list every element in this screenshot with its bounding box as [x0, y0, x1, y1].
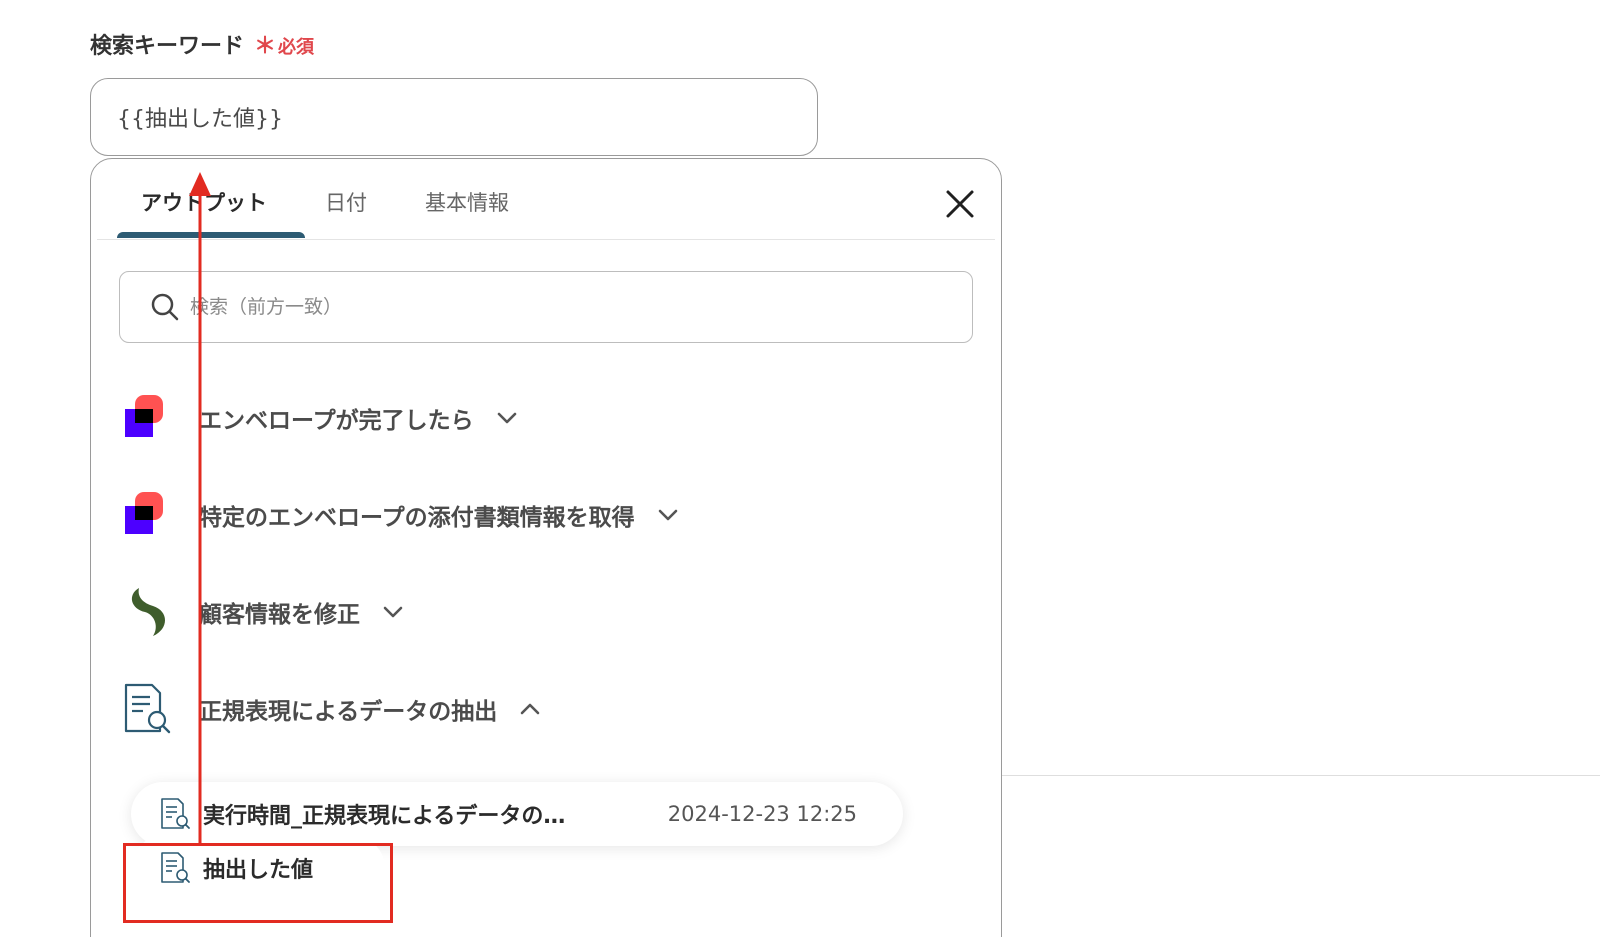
divider-line — [1002, 775, 1600, 776]
section-label: 顧客情報を修正 — [199, 602, 360, 628]
close-icon — [946, 190, 974, 218]
section-label: 特定のエンベロープの添付書類情報を取得 — [199, 505, 635, 531]
crescent-logo-icon — [119, 585, 173, 639]
search-box[interactable] — [119, 271, 973, 343]
search-keyword-input[interactable]: {{抽出した値}} — [90, 78, 818, 156]
chevron-down-icon — [658, 509, 677, 521]
document-search-icon — [119, 682, 173, 736]
section-update-customer-info[interactable]: 顧客情報を修正 — [119, 582, 404, 642]
tab-date[interactable]: 日付 — [325, 187, 367, 217]
output-item-value: 2024-12-23 12:25 — [667, 802, 857, 826]
search-input[interactable] — [188, 295, 932, 319]
required-text: 必須 — [278, 37, 315, 58]
field-label-row: 検索キーワード ＊必須 — [90, 28, 314, 60]
chevron-up-icon — [521, 703, 540, 715]
document-search-icon — [161, 798, 190, 829]
search-keyword-value: {{抽出した値}} — [117, 107, 283, 132]
tab-output[interactable]: アウトプット — [141, 187, 267, 217]
chevron-down-icon — [383, 606, 403, 618]
section-label: エンベロープが完了したら — [199, 408, 474, 434]
chevron-down-icon — [497, 412, 516, 424]
output-item-label: 実行時間_正規表現によるデータの… — [203, 804, 566, 829]
output-item-extracted-value[interactable]: 抽出した値 — [131, 836, 385, 900]
required-star: ＊ — [254, 34, 277, 59]
active-tab-indicator — [117, 232, 305, 238]
field-label: 検索キーワード — [90, 34, 245, 59]
section-get-attachment-info[interactable]: 特定のエンベロープの添付書類情報を取得 — [119, 485, 679, 545]
required-mark: ＊必須 — [254, 28, 314, 60]
document-search-icon — [161, 852, 190, 883]
docusign-logo-icon — [119, 488, 173, 542]
close-button[interactable] — [943, 187, 977, 221]
tab-basic-info[interactable]: 基本情報 — [425, 187, 509, 217]
section-label: 正規表現によるデータの抽出 — [199, 699, 498, 725]
search-icon — [151, 293, 179, 321]
variable-picker-panel: アウトプット 日付 基本情報 検索（前方一致） エンベロープが完了したら 特定の… — [90, 158, 1002, 937]
section-regex-extraction[interactable]: 正規表現によるデータの抽出 — [119, 679, 541, 739]
output-item-label: 抽出した値 — [203, 858, 314, 883]
section-envelope-completed[interactable]: エンベロープが完了したら — [119, 388, 518, 448]
docusign-logo-icon — [119, 391, 173, 445]
page: 検索キーワード ＊必須 {{抽出した値}} アウトプット 日付 基本情報 検索（… — [0, 0, 1600, 937]
tab-bar: アウトプット 日付 基本情報 — [97, 159, 995, 240]
